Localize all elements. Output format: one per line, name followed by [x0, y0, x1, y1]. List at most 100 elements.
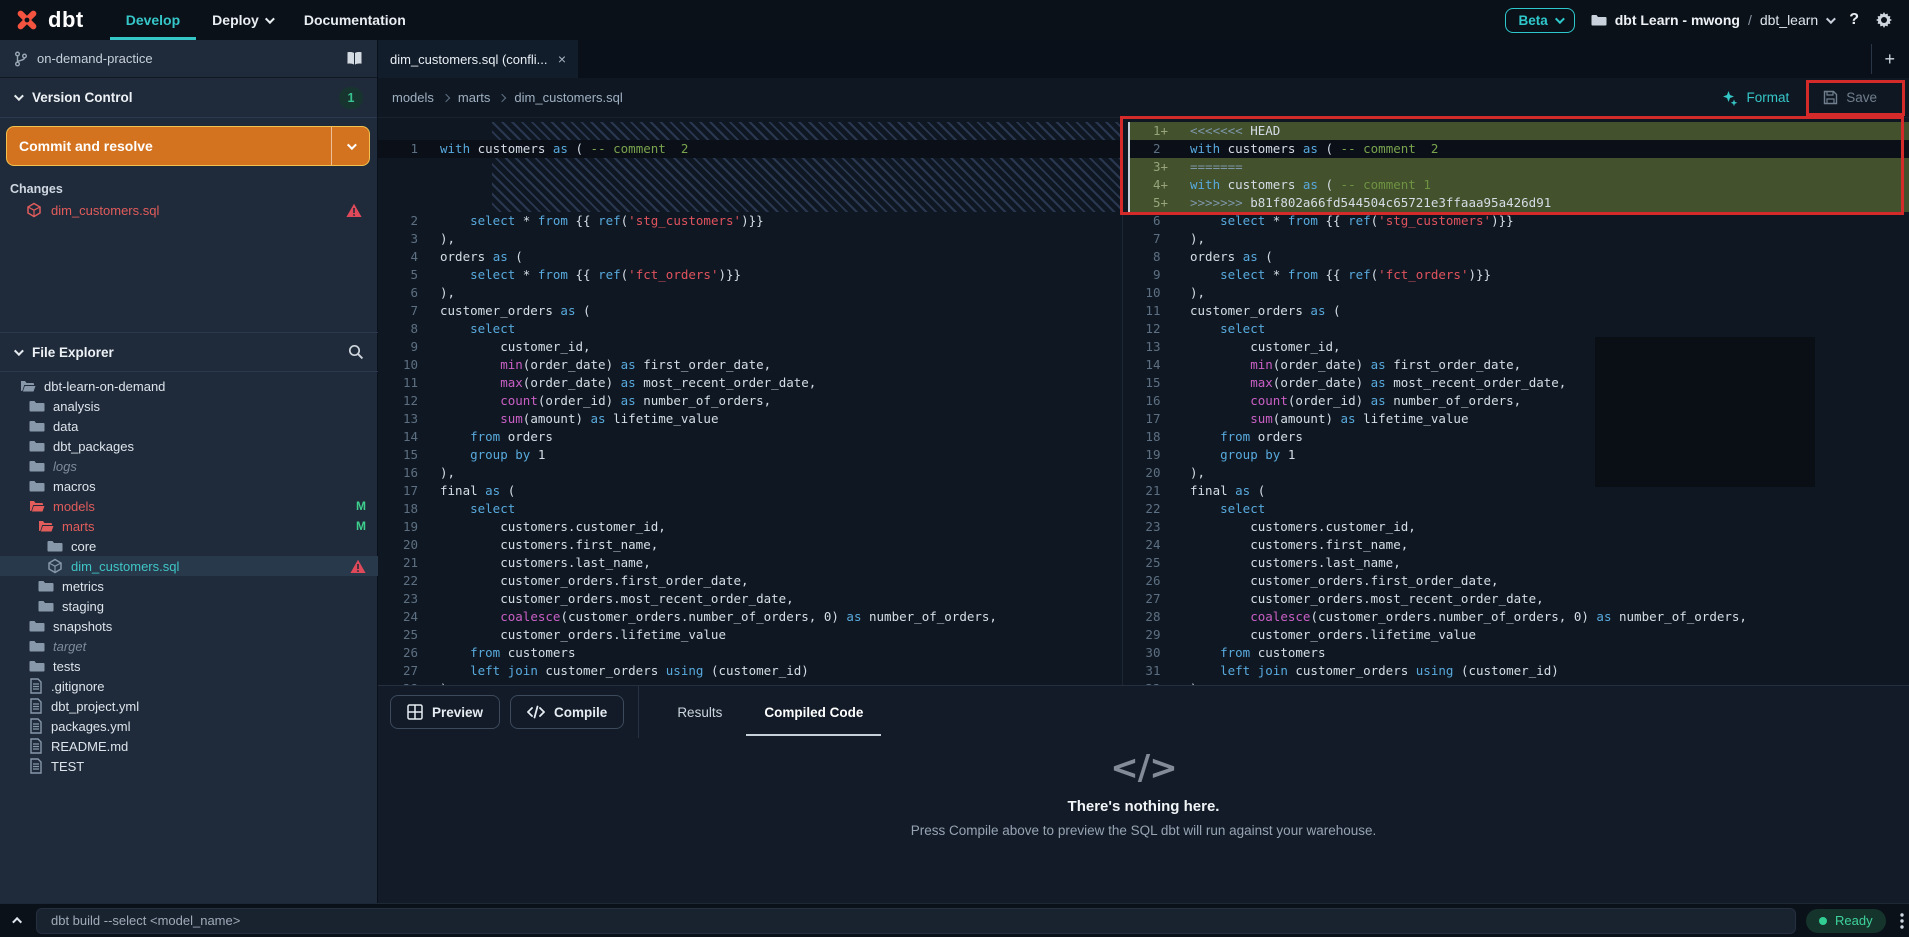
code-line[interactable]: 2 select * from {{ ref('stg_customers')}… [378, 212, 1122, 230]
code-line[interactable]: 31 left join customer_orders using (cust… [1128, 662, 1909, 680]
tree-item-dim-customers-sql[interactable]: dim_customers.sql [0, 556, 378, 576]
code-line[interactable]: 26 customer_orders.first_order_date, [1128, 572, 1909, 590]
tree-item-marts[interactable]: martsM [0, 516, 378, 536]
code-line[interactable]: 20 customers.first_name, [378, 536, 1122, 554]
tree-item-analysis[interactable]: analysis [0, 396, 378, 416]
code-line[interactable]: 12 select [1128, 320, 1909, 338]
book-icon[interactable] [346, 51, 363, 66]
code-line[interactable]: 27 customer_orders.most_recent_order_dat… [1128, 590, 1909, 608]
code-line[interactable]: 6 select * from {{ ref('stg_customers')}… [1128, 212, 1909, 230]
code-line[interactable]: 1+<<<<<<< HEAD [1128, 122, 1909, 140]
code-line[interactable]: 18 select [378, 500, 1122, 518]
changed-file-row[interactable]: dim_customers.sql [0, 198, 378, 222]
tree-item-models[interactable]: modelsM [0, 496, 378, 516]
code-line[interactable]: 24 customers.first_name, [1128, 536, 1909, 554]
tab-compiled-code[interactable]: Compiled Code [760, 686, 867, 738]
code-line[interactable]: 3+======= [1128, 158, 1909, 176]
tree-item-dbt-project-yml[interactable]: dbt_project.yml [0, 696, 378, 716]
tree-item-test[interactable]: TEST [0, 756, 378, 776]
code-line[interactable]: 19 customers.customer_id, [378, 518, 1122, 536]
nav-develop[interactable]: Develop [110, 0, 196, 40]
code-line[interactable]: 28 coalesce(customer_orders.number_of_or… [1128, 608, 1909, 626]
code-line[interactable]: 4orders as ( [378, 248, 1122, 266]
expand-panel-button[interactable] [0, 917, 36, 924]
tree-item-data[interactable]: data [0, 416, 378, 436]
gear-icon[interactable] [1875, 11, 1893, 29]
code-line[interactable]: 17final as ( [378, 482, 1122, 500]
editor-tab[interactable]: dim_customers.sql (confli... × [378, 40, 578, 78]
preview-button[interactable]: Preview [390, 695, 500, 729]
tree-item-packages-yml[interactable]: packages.yml [0, 716, 378, 736]
code-line[interactable]: 23 customer_orders.most_recent_order_dat… [378, 590, 1122, 608]
code-line[interactable]: 21 customers.last_name, [378, 554, 1122, 572]
commit-options-dropdown[interactable] [331, 127, 369, 165]
version-control-header[interactable]: Version Control 1 [0, 78, 377, 118]
tree-item-dbt-packages[interactable]: dbt_packages [0, 436, 378, 456]
save-button[interactable]: Save [1815, 86, 1885, 109]
code-line[interactable]: 29 customer_orders.lifetime_value [1128, 626, 1909, 644]
breadcrumb-file[interactable]: dim_customers.sql [514, 90, 622, 105]
code-line[interactable]: 4+with customers as ( -- comment 1 [1128, 176, 1909, 194]
code-line[interactable]: 16), [378, 464, 1122, 482]
tree-item-tests[interactable]: tests [0, 656, 378, 676]
help-icon[interactable]: ? [1849, 11, 1859, 29]
code-line[interactable]: 24 coalesce(customer_orders.number_of_or… [378, 608, 1122, 626]
code-line[interactable]: 1with customers as ( -- comment 2 [378, 140, 1122, 158]
format-button[interactable]: Format [1722, 90, 1789, 106]
code-line[interactable]: 3), [378, 230, 1122, 248]
code-line[interactable]: 22 select [1128, 500, 1909, 518]
code-line[interactable]: 6), [378, 284, 1122, 302]
code-line[interactable]: 7customer_orders as ( [378, 302, 1122, 320]
code-line[interactable]: 14 from orders [378, 428, 1122, 446]
tree-item-dbt-learn-on-demand[interactable]: dbt-learn-on-demand [0, 376, 378, 396]
breadcrumb-models[interactable]: models [392, 90, 434, 105]
code-line[interactable]: 7 ), [1128, 230, 1909, 248]
tree-item-snapshots[interactable]: snapshots [0, 616, 378, 636]
search-icon[interactable] [348, 344, 364, 360]
tab-results[interactable]: Results [673, 686, 726, 738]
code-line[interactable]: 30 from customers [1128, 644, 1909, 662]
beta-dropdown[interactable]: Beta [1505, 8, 1574, 33]
code-line[interactable]: 11 customer_orders as ( [1128, 302, 1909, 320]
project-selector[interactable]: dbt Learn - mwong / dbt_learn [1591, 12, 1834, 28]
file-explorer-header[interactable]: File Explorer [0, 332, 378, 372]
code-line[interactable]: 13 sum(amount) as lifetime_value [378, 410, 1122, 428]
commit-and-resolve-button[interactable]: Commit and resolve [6, 126, 370, 166]
code-line[interactable]: 9 customer_id, [378, 338, 1122, 356]
code-line[interactable]: 25 customers.last_name, [1128, 554, 1909, 572]
tree-item-logs[interactable]: logs [0, 456, 378, 476]
code-line[interactable]: 25 customer_orders.lifetime_value [378, 626, 1122, 644]
nav-documentation[interactable]: Documentation [288, 0, 422, 40]
command-input[interactable] [36, 908, 1796, 934]
close-tab-icon[interactable]: × [558, 51, 566, 67]
tree-item-target[interactable]: target [0, 636, 378, 656]
dbt-logo[interactable]: dbt [0, 0, 110, 40]
tree-item--gitignore[interactable]: .gitignore [0, 676, 378, 696]
code-line[interactable]: 10 ), [1128, 284, 1909, 302]
nav-deploy[interactable]: Deploy [196, 0, 288, 40]
new-tab-button[interactable]: + [1884, 49, 1909, 70]
code-line[interactable]: 9 select * from {{ ref('fct_orders')}} [1128, 266, 1909, 284]
tree-item-core[interactable]: core [0, 536, 378, 556]
compile-button[interactable]: Compile [510, 695, 624, 729]
branch-row[interactable]: on-demand-practice [0, 40, 377, 78]
code-line[interactable]: 5+>>>>>>> b81f802a66fd544504c65721e3ffaa… [1128, 194, 1909, 212]
code-line[interactable]: 23 customers.customer_id, [1128, 518, 1909, 536]
tree-item-macros[interactable]: macros [0, 476, 378, 496]
code-line[interactable]: 27 left join customer_orders using (cust… [378, 662, 1122, 680]
tree-item-staging[interactable]: staging [0, 596, 378, 616]
code-line[interactable]: 12 count(order_id) as number_of_orders, [378, 392, 1122, 410]
code-line[interactable]: 8 orders as ( [1128, 248, 1909, 266]
code-line[interactable]: 26 from customers [378, 644, 1122, 662]
code-line[interactable]: 22 customer_orders.first_order_date, [378, 572, 1122, 590]
breadcrumb-marts[interactable]: marts [458, 90, 491, 105]
code-line[interactable]: 5 select * from {{ ref('fct_orders')}} [378, 266, 1122, 284]
tree-item-readme-md[interactable]: README.md [0, 736, 378, 756]
tree-item-metrics[interactable]: metrics [0, 576, 378, 596]
code-line[interactable]: 10 min(order_date) as first_order_date, [378, 356, 1122, 374]
kebab-menu-icon[interactable] [1900, 913, 1904, 929]
code-line[interactable]: 8 select [378, 320, 1122, 338]
code-line[interactable]: 15 group by 1 [378, 446, 1122, 464]
code-line[interactable]: 2 with customers as ( -- comment 2 [1128, 140, 1909, 158]
code-line[interactable]: 11 max(order_date) as most_recent_order_… [378, 374, 1122, 392]
